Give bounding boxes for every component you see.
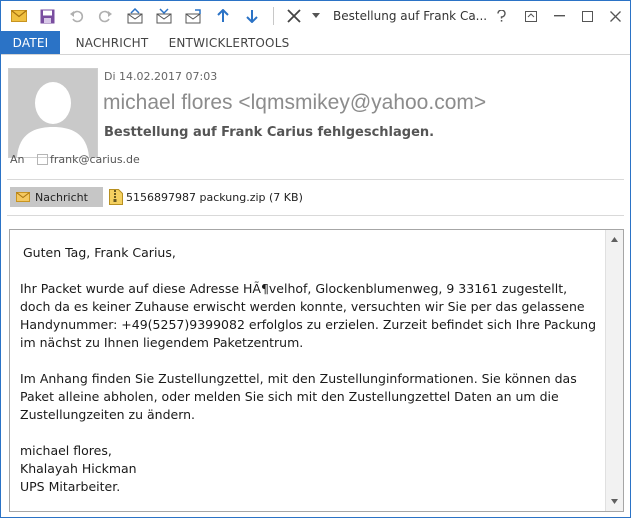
- recipient-presence-icon: [37, 154, 48, 165]
- message-body[interactable]: Guten Tag, Frank Carius, Ihr Packet wurd…: [9, 229, 624, 512]
- next-item-icon[interactable]: [154, 6, 174, 26]
- next-item-icon[interactable]: [183, 6, 203, 26]
- down-arrow-icon[interactable]: [242, 6, 262, 26]
- message-text: Guten Tag, Frank Carius, Ihr Packet wurd…: [20, 244, 598, 496]
- recipient-address[interactable]: frank@carius.de: [50, 153, 140, 166]
- scroll-up-icon[interactable]: [607, 232, 622, 247]
- delete-icon[interactable]: [284, 6, 304, 26]
- redo-icon[interactable]: [95, 6, 115, 26]
- title-bar: Bestellung auf Frank Ca...: [1, 1, 630, 31]
- tab-file[interactable]: DATEI: [1, 31, 60, 55]
- body-signature-3: UPS Mitarbeiter.: [20, 479, 121, 494]
- attachment-message-tab[interactable]: Nachricht: [10, 187, 103, 207]
- message-subject: Besttellung auf Frank Carius fehlgeschla…: [104, 125, 435, 140]
- sent-date: Di 14.02.2017 07:03: [104, 70, 218, 83]
- ribbon-tabs: DATEI NACHRICHT ENTWICKLERTOOLS: [1, 31, 630, 55]
- body-greeting: Guten Tag, Frank Carius,: [23, 245, 176, 260]
- attachment-message-label: Nachricht: [35, 190, 88, 204]
- window-title: Bestellung auf Frank Ca...: [333, 9, 488, 23]
- tab-message[interactable]: NACHRICHT: [69, 31, 155, 55]
- vertical-scrollbar[interactable]: [605, 230, 623, 511]
- minimize-icon[interactable]: [545, 1, 574, 31]
- customize-dropdown-icon[interactable]: [309, 6, 323, 26]
- attachment-divider: [7, 215, 624, 216]
- zip-file-icon: [109, 189, 123, 205]
- restore-ribbon-icon[interactable]: [516, 1, 545, 31]
- avatar: [8, 68, 98, 158]
- body-signature-1: michael flores,: [20, 443, 112, 458]
- previous-item-icon[interactable]: [125, 6, 145, 26]
- attachment-file[interactable]: 5156897987 packung.zip (7 KB): [109, 187, 303, 207]
- body-paragraph-2: Im Anhang finden Sie Zustellungzettel, m…: [20, 371, 577, 422]
- undo-icon[interactable]: [67, 6, 87, 26]
- help-icon[interactable]: [487, 1, 516, 31]
- attachment-file-label: 5156897987 packung.zip (7 KB): [126, 190, 303, 204]
- save-icon[interactable]: [37, 6, 57, 26]
- ribbon-divider: [1, 54, 630, 55]
- close-icon[interactable]: [601, 1, 630, 31]
- sender-name[interactable]: michael flores <lqmsmikey@yahoo.com>: [103, 91, 486, 115]
- tab-developer-tools[interactable]: ENTWICKLERTOOLS: [165, 31, 293, 55]
- maximize-icon[interactable]: [573, 1, 602, 31]
- toolbar-separator: [273, 7, 274, 25]
- person-silhouette-icon: [9, 69, 97, 157]
- to-label: An: [10, 153, 25, 166]
- header-divider: [7, 179, 624, 180]
- up-arrow-icon[interactable]: [213, 6, 233, 26]
- envelope-icon: [16, 192, 30, 202]
- scroll-down-icon[interactable]: [607, 494, 622, 509]
- mail-icon[interactable]: [9, 6, 29, 26]
- message-window: Bestellung auf Frank Ca... DATEI NACHRIC…: [0, 0, 631, 518]
- body-paragraph-1: Ihr Packet wurde auf diese Adresse HÃ¶ve…: [20, 281, 597, 350]
- body-signature-2: Khalayah Hickman: [20, 461, 137, 476]
